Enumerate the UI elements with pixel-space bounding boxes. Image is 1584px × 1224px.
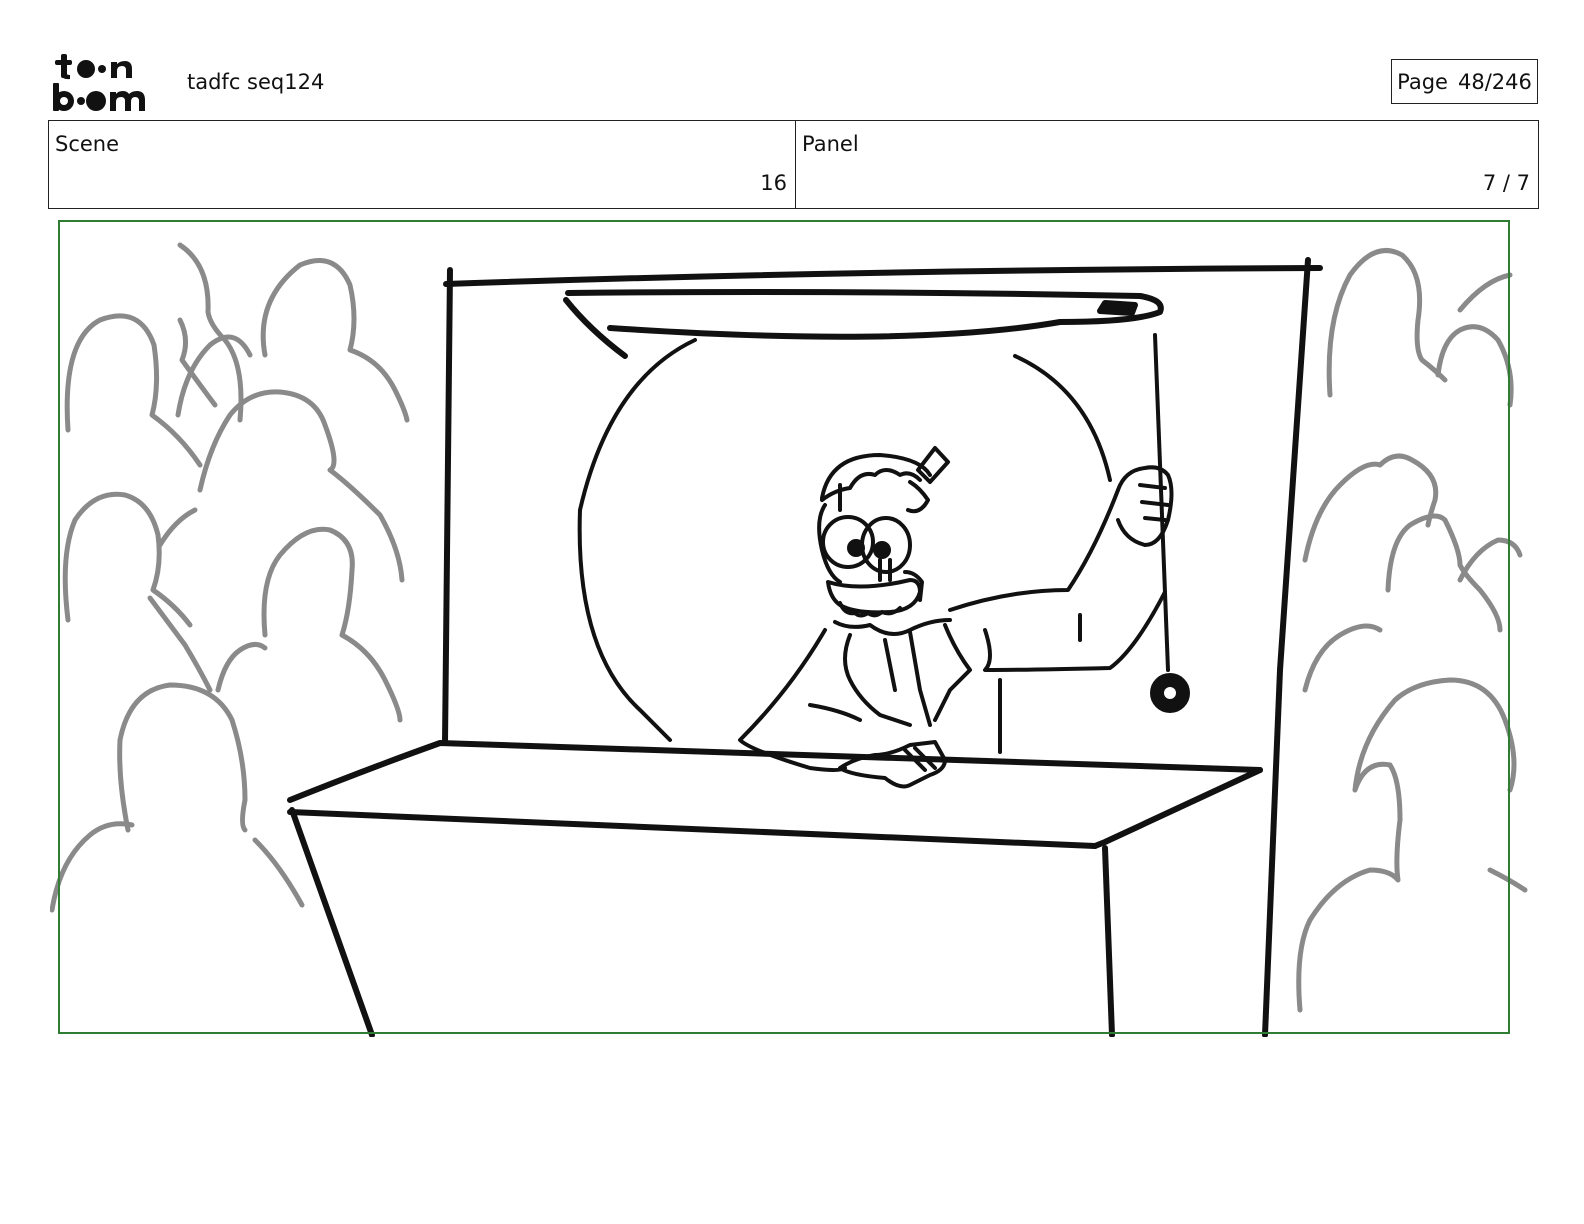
panel-frame — [58, 220, 1510, 1034]
scene-value: 16 — [760, 171, 787, 195]
backdrop-screen — [442, 257, 1323, 1037]
panel-value: 7 / 7 — [1482, 171, 1530, 195]
panel-cell: Panel 7 / 7 — [796, 121, 1538, 208]
crowd-left — [50, 242, 410, 913]
storyboard-panel-image — [50, 220, 1540, 1050]
project-title: tadfc seq124 — [187, 70, 325, 94]
scene-label: Scene — [55, 132, 120, 156]
spotlight-circle — [577, 338, 1112, 754]
panel-label: Panel — [802, 132, 859, 156]
page-value: 48/246 — [1457, 69, 1532, 94]
page-indicator: Page 48/246 — [1391, 59, 1538, 104]
podium-desk — [287, 740, 1263, 1037]
crowd-right — [1296, 248, 1528, 1013]
scene-cell: Scene 16 — [49, 121, 796, 208]
host-character — [738, 446, 1174, 789]
pointer-stick — [1150, 333, 1190, 713]
scene-panel-table: Scene 16 Panel 7 / 7 — [48, 120, 1539, 209]
page-label: Page — [1397, 69, 1448, 94]
toon-boom-logo — [50, 50, 166, 114]
